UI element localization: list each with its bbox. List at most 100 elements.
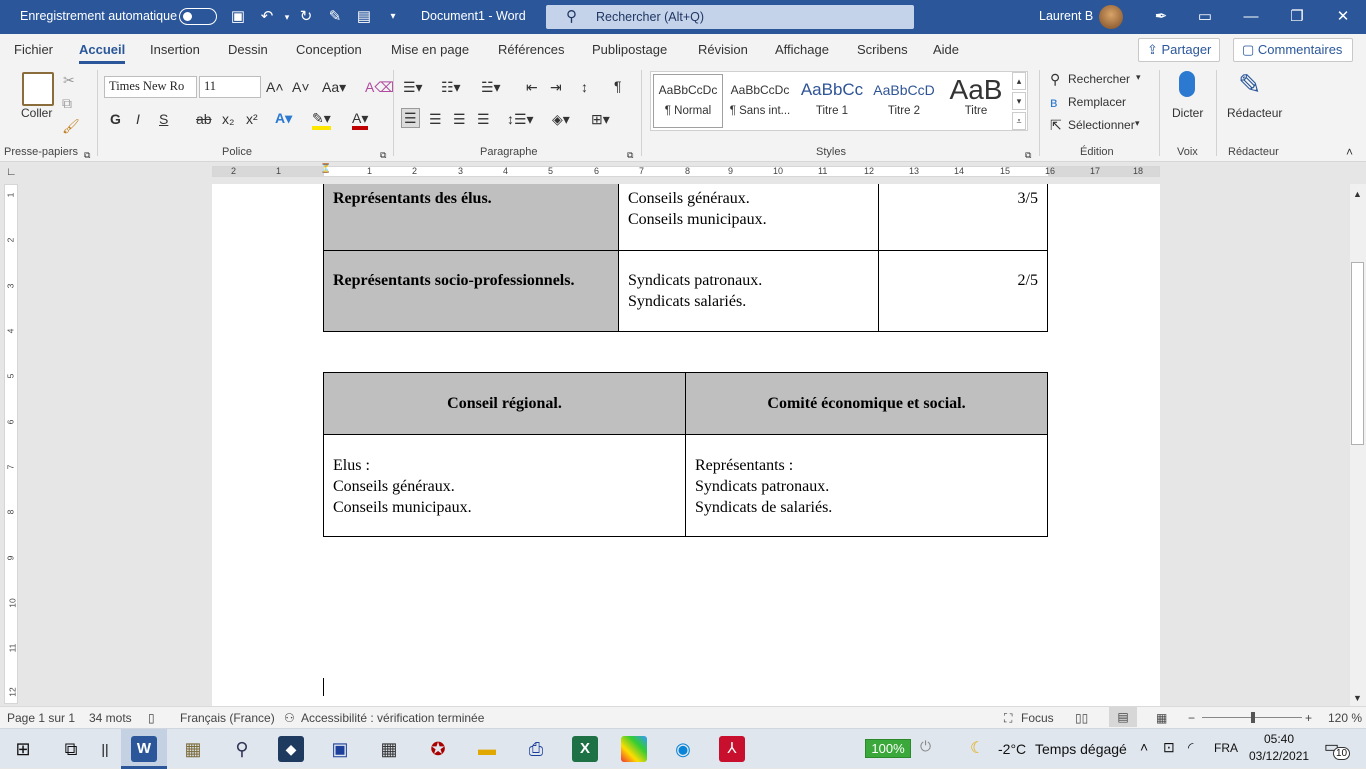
file-explorer-icon[interactable]: ▬: [474, 736, 500, 762]
format-painter-icon[interactable]: 🖌: [62, 118, 80, 134]
tab-dessin[interactable]: Dessin: [228, 42, 268, 57]
chevron-up-icon[interactable]: ˄: [1140, 739, 1148, 755]
save-app-icon[interactable]: ▣: [327, 736, 353, 762]
decrease-indent-icon[interactable]: ⇤: [526, 79, 538, 95]
clipboard-launcher-icon[interactable]: ⧉: [84, 147, 90, 163]
task-view-icon[interactable]: ⧉: [58, 736, 84, 762]
editor-icon[interactable]: ✎: [1238, 70, 1261, 100]
find-dropdown-icon[interactable]: ▾: [1136, 72, 1141, 83]
indent-marker-icon[interactable]: ⏳: [320, 163, 331, 174]
text-effects-icon[interactable]: A▾: [275, 110, 292, 126]
undo-icon[interactable]: ↶: [258, 8, 276, 26]
subscript-button[interactable]: x₂: [222, 111, 234, 127]
calculator-app-icon[interactable]: ▦: [376, 736, 402, 762]
tab-revision[interactable]: Révision: [698, 42, 748, 57]
editor-button[interactable]: Rédacteur: [1227, 106, 1282, 120]
cut-icon[interactable]: ✂: [63, 72, 75, 88]
table-cell[interactable]: Représentants : Syndicats patronaux. Syn…: [685, 434, 1048, 537]
user-name[interactable]: Laurent B: [1039, 9, 1093, 23]
style-normal[interactable]: AaBbCcDc ¶ Normal: [653, 74, 723, 128]
table-header-cell[interactable]: Conseil régional.: [323, 372, 686, 435]
word-count[interactable]: 34 mots: [89, 711, 132, 725]
select-dropdown-icon[interactable]: ▾: [1135, 118, 1140, 129]
strikethrough-button[interactable]: ab: [196, 111, 212, 127]
align-right-icon[interactable]: ☰: [453, 111, 466, 127]
clear-formatting-icon[interactable]: A⌫: [365, 79, 394, 95]
style-title[interactable]: AaB Titre: [941, 75, 1011, 127]
tab-affichage[interactable]: Affichage: [775, 42, 829, 57]
customize-toolbar-icon[interactable]: ▾: [384, 8, 402, 26]
tab-scribens[interactable]: Scribens: [857, 42, 908, 57]
style-heading-2[interactable]: AaBbCcD Titre 2: [869, 75, 939, 127]
styles-scroll-down-icon[interactable]: ▾: [1012, 92, 1026, 110]
table-cell[interactable]: 3/5: [878, 184, 1048, 251]
replace-icon[interactable]: ʙ: [1050, 94, 1057, 110]
battery-indicator[interactable]: 100%: [865, 739, 911, 758]
select-button[interactable]: Sélectionner: [1068, 118, 1135, 132]
shading-icon[interactable]: ◈▾: [552, 111, 570, 127]
tab-mise-en-page[interactable]: Mise en page: [391, 42, 469, 57]
grow-font-icon[interactable]: A˄: [266, 79, 284, 95]
style-heading-1[interactable]: AaBbCc Titre 1: [797, 75, 867, 127]
read-mode-icon[interactable]: ▯▯: [1075, 711, 1088, 725]
microphone-icon[interactable]: [1179, 71, 1195, 97]
table-councils[interactable]: Conseil régional. Comité économique et s…: [323, 372, 1048, 537]
ribbon-display-icon[interactable]: ▭: [1190, 6, 1220, 28]
vertical-ruler[interactable]: 1 2 3 4 5 6 7 8 9 10 11 12: [4, 184, 18, 704]
weather-text[interactable]: Temps dégagé: [1035, 741, 1127, 757]
undo-dropdown-icon[interactable]: ▾: [278, 8, 296, 26]
proofing-icon[interactable]: ▯: [148, 711, 155, 725]
paragraph-launcher-icon[interactable]: ⧉: [627, 147, 633, 163]
paint-app-icon[interactable]: [621, 736, 647, 762]
close-icon[interactable]: ✕: [1328, 6, 1358, 28]
weather-temp[interactable]: -2°C: [998, 741, 1026, 757]
scroll-down-icon[interactable]: ▼: [1353, 690, 1362, 706]
zoom-level[interactable]: 120 %: [1328, 711, 1362, 725]
italic-button[interactable]: I: [136, 111, 140, 127]
printer-app-icon[interactable]: ⎙: [523, 736, 549, 762]
find-button[interactable]: Rechercher: [1068, 72, 1130, 86]
table-row[interactable]: Elus : Conseils généraux. Conseils munic…: [323, 434, 1048, 537]
table-header-row[interactable]: Conseil régional. Comité économique et s…: [323, 372, 1048, 435]
keyboard-language[interactable]: FRA: [1214, 741, 1238, 755]
align-center-icon[interactable]: ☰: [429, 111, 442, 127]
excel-app-icon[interactable]: X: [572, 736, 598, 762]
weather-moon-icon[interactable]: ☾: [970, 738, 984, 758]
security-app-icon[interactable]: ◆: [278, 736, 304, 762]
draw-icon[interactable]: ✎: [326, 8, 344, 26]
document-page[interactable]: Représentants des élus. Conseils générau…: [212, 184, 1160, 706]
network-device-icon[interactable]: ⊡: [1163, 739, 1175, 756]
focus-button[interactable]: Focus: [1021, 711, 1054, 725]
wifi-icon[interactable]: ◜: [1188, 739, 1193, 756]
font-name-box[interactable]: Times New Ro: [104, 76, 197, 98]
font-color-icon[interactable]: A▾: [352, 110, 369, 130]
clock-date[interactable]: 03/12/2021: [1249, 749, 1309, 763]
zoom-in-icon[interactable]: +: [1305, 711, 1312, 725]
tab-aide[interactable]: Aide: [933, 42, 959, 57]
table-cell[interactable]: 2/5: [878, 250, 1048, 332]
table-cell[interactable]: Conseils généraux. Conseils municipaux.: [618, 184, 879, 251]
paste-label[interactable]: Coller: [21, 106, 52, 120]
font-launcher-icon[interactable]: ⧉: [380, 147, 386, 163]
comments-button[interactable]: ▢ Commentaires: [1233, 38, 1353, 62]
tab-selector-icon[interactable]: ∟: [6, 164, 17, 180]
minimize-icon[interactable]: —: [1236, 6, 1266, 28]
copy-icon[interactable]: ⧉: [62, 95, 72, 111]
tab-fichier[interactable]: Fichier: [14, 42, 53, 57]
change-case-icon[interactable]: Aa▾: [322, 79, 346, 95]
zoom-slider-thumb[interactable]: [1251, 712, 1255, 723]
restore-icon[interactable]: ❐: [1282, 6, 1312, 28]
shrink-font-icon[interactable]: A˅: [292, 79, 310, 95]
tab-conception[interactable]: Conception: [296, 42, 362, 57]
tab-insertion[interactable]: Insertion: [150, 42, 200, 57]
horizontal-ruler[interactable]: 2 1 1 2 3 4 5 6 7 8 9 10 11 12 13 14 15 …: [212, 163, 1160, 177]
multilevel-list-icon[interactable]: ☱▾: [481, 79, 501, 95]
accessibility-status[interactable]: Accessibilité : vérification terminée: [301, 711, 484, 725]
scroll-up-icon[interactable]: ▲: [1353, 186, 1362, 202]
share-button[interactable]: ⇪ Partager: [1138, 38, 1221, 62]
dictate-button[interactable]: Dicter: [1172, 106, 1203, 120]
page-count[interactable]: Page 1 sur 1: [7, 711, 75, 725]
style-no-spacing[interactable]: AaBbCcDc ¶ Sans int...: [725, 75, 795, 127]
sort-icon[interactable]: ↕: [581, 79, 588, 95]
underline-button[interactable]: S: [159, 111, 168, 127]
